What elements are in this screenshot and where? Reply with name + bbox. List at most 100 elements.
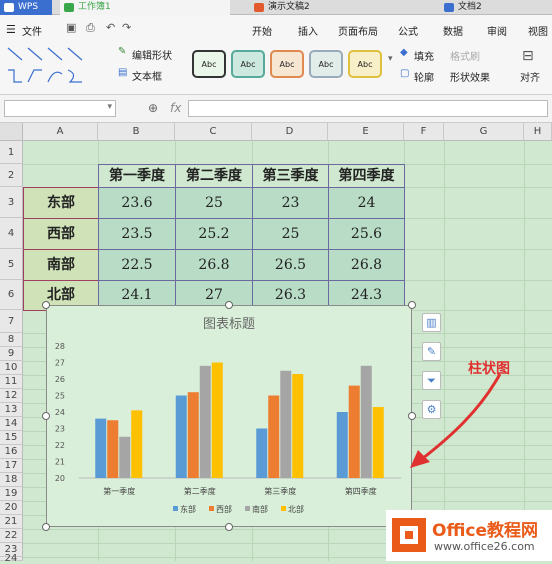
formula-input[interactable] xyxy=(188,100,548,117)
row-header[interactable]: 11 xyxy=(0,375,23,389)
menu-icon[interactable]: ☰ xyxy=(6,23,16,36)
tab-insert[interactable]: 插入 xyxy=(298,23,318,38)
table-cell[interactable]: 23 xyxy=(252,187,329,219)
chart-area[interactable]: 图表标题 28 27 26 25 24 23 22 21 20 第一季度 第二季度 第三季度 第四季度 东部… xyxy=(46,305,412,527)
shape-style-2[interactable]: Abc xyxy=(231,50,265,78)
shape-style-1[interactable]: Abc xyxy=(192,50,226,78)
column-header[interactable]: C xyxy=(175,123,252,141)
row-header[interactable]: 12 xyxy=(0,389,23,403)
table-header-cell[interactable]: 第一季度 xyxy=(98,164,176,188)
row-header[interactable]: 18 xyxy=(0,473,23,487)
align-button[interactable]: 对齐 xyxy=(520,69,540,84)
zoom-icon[interactable]: ⊕ xyxy=(148,101,158,115)
table-header-cell[interactable]: 第三季度 xyxy=(252,164,329,188)
tab-page-layout[interactable]: 页面布局 xyxy=(338,23,378,38)
resize-handle[interactable] xyxy=(225,301,233,309)
row-header[interactable]: 10 xyxy=(0,361,23,375)
y-tick-label: 24 xyxy=(55,408,65,417)
tab-presentation[interactable]: 演示文稿2 xyxy=(250,0,420,15)
shape-style-5[interactable]: Abc xyxy=(348,50,382,78)
resize-handle[interactable] xyxy=(42,523,50,531)
shape-style-4[interactable]: Abc xyxy=(309,50,343,78)
table-cell[interactable]: 22.5 xyxy=(98,249,176,281)
table-cell[interactable]: 25 xyxy=(252,218,329,250)
row-header[interactable]: 1 xyxy=(0,141,23,164)
row-header[interactable]: 4 xyxy=(0,218,23,249)
resize-handle[interactable] xyxy=(42,412,50,420)
row-header[interactable]: 20 xyxy=(0,501,23,515)
tab-home[interactable]: 开始 xyxy=(252,23,272,38)
column-header[interactable]: G xyxy=(444,123,524,141)
line-shapes-gallery[interactable] xyxy=(4,44,104,88)
row-header[interactable]: 13 xyxy=(0,403,23,417)
row-header[interactable]: 6 xyxy=(0,280,23,310)
table-cell[interactable]: 24 xyxy=(328,187,405,219)
column-header[interactable]: B xyxy=(98,123,175,141)
table-cell[interactable]: 25.2 xyxy=(175,218,253,250)
row-header[interactable]: 9 xyxy=(0,347,23,361)
table-cell[interactable]: 23.6 xyxy=(98,187,176,219)
shape-style-3[interactable]: Abc xyxy=(270,50,304,78)
row-header[interactable]: 8 xyxy=(0,333,23,347)
row-header[interactable]: 2 xyxy=(0,164,23,187)
table-cell[interactable]: 25.6 xyxy=(328,218,405,250)
bar-南部 xyxy=(199,365,211,478)
file-menu[interactable]: 文件 xyxy=(22,23,42,38)
redo-icon[interactable]: ↷ xyxy=(122,21,131,34)
resize-handle[interactable] xyxy=(408,301,416,309)
table-header-cell[interactable]: 第二季度 xyxy=(175,164,253,188)
table-row-label[interactable]: 西部 xyxy=(23,218,99,250)
column-header[interactable]: D xyxy=(252,123,328,141)
name-box[interactable]: ▾ xyxy=(4,100,116,117)
wps-menu-button[interactable]: WPS xyxy=(0,0,52,15)
row-header[interactable]: 24 xyxy=(0,554,23,564)
table-cell[interactable]: 26.8 xyxy=(175,249,253,281)
outline-button[interactable]: 轮廓 xyxy=(414,69,434,84)
table-cell[interactable]: 23.5 xyxy=(98,218,176,250)
x-tick-label: 第四季度 xyxy=(345,486,377,496)
format-painter-button[interactable]: 格式刷 xyxy=(450,48,480,63)
row-header[interactable]: 16 xyxy=(0,445,23,459)
table-row-label[interactable]: 南部 xyxy=(23,249,99,281)
row-header[interactable]: 14 xyxy=(0,417,23,431)
row-header[interactable]: 15 xyxy=(0,431,23,445)
shape-effect-button[interactable]: 形状效果 xyxy=(450,69,490,84)
chart-elements-icon[interactable]: ▥ xyxy=(422,313,441,332)
tab-view[interactable]: 视图 xyxy=(528,23,548,38)
row-header[interactable]: 5 xyxy=(0,249,23,280)
tab-formula[interactable]: 公式 xyxy=(398,23,418,38)
title-bar: WPS 工作簿1 演示文稿2 文档2 xyxy=(0,0,552,15)
row-header[interactable]: 3 xyxy=(0,187,23,218)
row-header[interactable]: 21 xyxy=(0,515,23,529)
tab-data[interactable]: 数据 xyxy=(443,23,463,38)
table-row-label[interactable]: 东部 xyxy=(23,187,99,219)
resize-handle[interactable] xyxy=(225,523,233,531)
row-header[interactable]: 22 xyxy=(0,529,23,543)
table-cell[interactable]: 26.8 xyxy=(328,249,405,281)
save-icon[interactable]: ▣ xyxy=(66,21,76,34)
column-header[interactable]: H xyxy=(524,123,552,141)
select-all-corner[interactable] xyxy=(0,123,23,141)
column-header[interactable]: A xyxy=(23,123,98,141)
fill-button[interactable]: 填充 xyxy=(414,48,434,63)
row-header[interactable]: 7 xyxy=(0,310,23,333)
chart-style-icon[interactable]: ✎ xyxy=(422,342,441,361)
print-icon[interactable]: ⎙ xyxy=(86,21,95,35)
fx-label[interactable]: fx xyxy=(170,101,181,115)
resize-handle[interactable] xyxy=(42,301,50,309)
table-header-cell[interactable]: 第四季度 xyxy=(328,164,405,188)
tab-document[interactable]: 文档2 xyxy=(440,0,552,15)
tab-workbook[interactable]: 工作簿1 xyxy=(60,0,230,15)
text-box-button[interactable]: 文本框 xyxy=(132,68,162,83)
style-gallery-more-icon[interactable]: ▾ xyxy=(388,54,393,64)
edit-shape-button[interactable]: 编辑形状 xyxy=(132,47,172,62)
row-header[interactable]: 19 xyxy=(0,487,23,501)
column-header[interactable]: F xyxy=(404,123,444,141)
undo-icon[interactable]: ↶ xyxy=(106,21,115,34)
wps-logo-icon xyxy=(4,3,14,12)
table-cell[interactable]: 25 xyxy=(175,187,253,219)
column-header[interactable]: E xyxy=(328,123,404,141)
row-header[interactable]: 17 xyxy=(0,459,23,473)
tab-review[interactable]: 审阅 xyxy=(487,23,507,38)
table-cell[interactable]: 26.5 xyxy=(252,249,329,281)
